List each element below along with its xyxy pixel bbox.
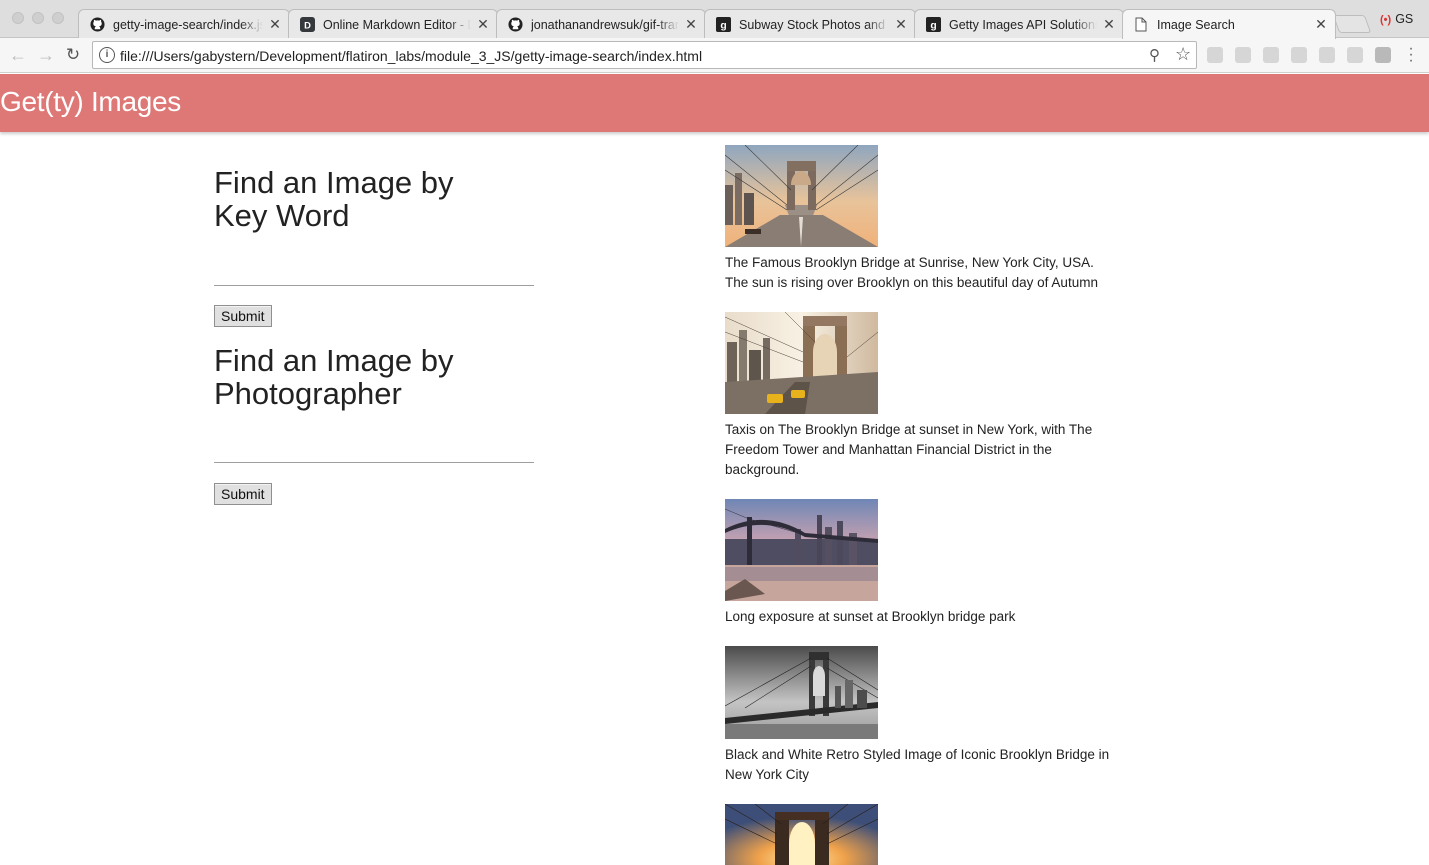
tab-title: Image Search (1157, 17, 1235, 32)
address-bar[interactable]: i file:///Users/gabystern/Development/fl… (92, 41, 1197, 69)
extension-json-icon[interactable] (1291, 47, 1307, 63)
cast-icon[interactable] (1263, 47, 1279, 63)
tab-title: Subway Stock Photos and Pictures (739, 17, 889, 32)
browser-tab[interactable]: D Online Markdown Editor - Dillinger ✕ (288, 9, 498, 39)
bookmark-star-icon[interactable]: ☆ (1175, 44, 1191, 65)
keyword-submit-button[interactable]: Submit (214, 305, 272, 327)
result-caption: Long exposure at sunset at Brooklyn brid… (725, 609, 1016, 624)
tab-title: Getty Images API Solutions (949, 17, 1097, 32)
svg-text:g: g (930, 20, 936, 31)
photographer-input[interactable] (214, 433, 534, 463)
extension-grid-icon[interactable] (1347, 47, 1363, 63)
close-tab-icon[interactable]: ✕ (895, 16, 907, 33)
tab-title: getty-image-search/index.js (113, 17, 263, 32)
browser-tab[interactable]: jonathanandrewsuk/gif-transitions ✕ (496, 9, 706, 39)
result-item[interactable]: The Famous Brooklyn Bridge at Sunrise, N… (725, 145, 1120, 293)
github-icon (89, 17, 105, 33)
back-arrow-icon[interactable]: ← (8, 45, 28, 65)
result-caption: The Famous Brooklyn Bridge at Sunrise, N… (725, 255, 1098, 290)
forward-arrow-icon[interactable]: → (36, 45, 56, 65)
tab-title: jonathanandrewsuk/gif-transitions (531, 17, 679, 32)
extension-shield-icon[interactable] (1235, 47, 1251, 63)
photographer-heading: Find an Image by Photographer (214, 343, 454, 411)
browser-tab[interactable]: getty-image-search/index.js ✕ (78, 9, 290, 39)
extension-react-icon[interactable] (1319, 47, 1335, 63)
address-url[interactable]: file:///Users/gabystern/Development/flat… (120, 48, 702, 64)
extension-skype-icon[interactable] (1207, 47, 1223, 63)
close-tab-icon[interactable]: ✕ (477, 16, 489, 33)
info-icon[interactable]: i (99, 47, 115, 63)
github-icon (507, 17, 523, 33)
new-tab-button[interactable] (1332, 15, 1372, 33)
browser-tab-active[interactable]: Image Search ✕ (1122, 9, 1336, 39)
app-header: Get(ty) Images (0, 74, 1429, 132)
zoom-icon[interactable]: ⚲ (1149, 46, 1160, 64)
profile-badge[interactable]: (•) GS (1380, 12, 1413, 26)
result-image[interactable] (725, 145, 878, 247)
result-caption: Taxis on The Brooklyn Bridge at sunset i… (725, 422, 1093, 477)
browser-tab-strip: getty-image-search/index.js ✕ D Online M… (0, 0, 1429, 39)
tab-title: Online Markdown Editor - Dillinger (323, 17, 471, 32)
search-panel: Find an Image by Key Word Submit Find an… (214, 132, 544, 505)
result-item[interactable]: Long exposure at sunset at Brooklyn brid… (725, 499, 1120, 627)
close-tab-icon[interactable]: ✕ (1315, 16, 1327, 33)
profile-icon: (•) (1380, 14, 1392, 26)
svg-text:D: D (304, 20, 311, 30)
result-image[interactable] (725, 646, 878, 739)
result-caption: Black and White Retro Styled Image of Ic… (725, 747, 1110, 782)
browser-tab[interactable]: g Subway Stock Photos and Pictures ✕ (704, 9, 916, 39)
close-tab-icon[interactable]: ✕ (1103, 16, 1115, 33)
browser-tab[interactable]: g Getty Images API Solutions ✕ (914, 9, 1124, 39)
photographer-submit-button[interactable]: Submit (214, 483, 272, 505)
browser-toolbar: ← → ↻ i file:///Users/gabystern/Developm… (0, 38, 1429, 73)
result-item[interactable]: Black and White Retro Styled Image of Ic… (725, 646, 1120, 785)
keyword-heading: Find an Image by Key Word (214, 165, 454, 233)
getty-icon: g (925, 17, 941, 33)
close-tab-icon[interactable]: ✕ (269, 16, 281, 33)
browser-menu-icon[interactable]: · · · (1406, 41, 1416, 69)
reload-icon[interactable]: ↻ (63, 45, 83, 65)
getty-icon: g (715, 17, 731, 33)
zoom-window-icon[interactable] (52, 12, 64, 24)
app-title: Get(ty) Images (0, 86, 181, 117)
result-item[interactable]: Taxis on The Brooklyn Bridge at sunset i… (725, 312, 1120, 480)
close-window-icon[interactable] (12, 12, 24, 24)
extension-evernote-icon[interactable] (1375, 47, 1391, 63)
result-image[interactable] (725, 312, 878, 414)
result-item[interactable] (725, 804, 1120, 865)
result-image[interactable] (725, 499, 878, 601)
profile-initials: GS (1395, 12, 1414, 26)
svg-text:g: g (720, 20, 726, 31)
minimize-window-icon[interactable] (32, 12, 44, 24)
keyword-input[interactable] (214, 256, 534, 286)
dillinger-icon: D (299, 17, 315, 33)
result-image[interactable] (725, 804, 878, 865)
document-icon (1133, 17, 1149, 33)
close-tab-icon[interactable]: ✕ (685, 16, 697, 33)
